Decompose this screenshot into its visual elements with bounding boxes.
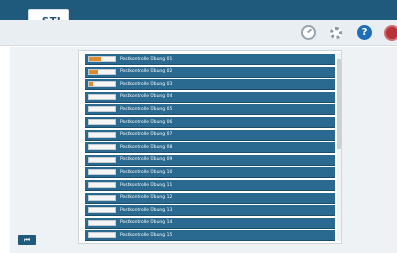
exercise-label: Postkontrolle Übung 14 xyxy=(120,220,173,226)
progress-fill xyxy=(89,57,101,61)
exercise-label: Postkontrolle Übung 12 xyxy=(120,195,173,201)
exercise-row[interactable]: Postkontrolle Übung 10 xyxy=(85,167,335,179)
exercise-label: Postkontrolle Übung 10 xyxy=(120,169,173,175)
exercise-row[interactable]: Postkontrolle Übung 13 xyxy=(85,205,335,217)
exercise-label: Postkontrolle Übung 07 xyxy=(120,132,173,138)
progress-bar xyxy=(88,169,116,176)
exercise-row[interactable]: Postkontrolle Übung 12 xyxy=(85,192,335,204)
exercise-label: Postkontrolle Übung 13 xyxy=(120,207,173,213)
exit-icon[interactable] xyxy=(384,25,397,41)
progress-bar xyxy=(88,194,116,201)
progress-bar xyxy=(88,207,116,214)
exercise-row[interactable]: Postkontrolle Übung 11 xyxy=(85,180,335,191)
dashboard-icon[interactable] xyxy=(301,25,316,40)
progress-bar xyxy=(88,56,116,62)
progress-bar xyxy=(88,93,116,100)
exercise-label: Postkontrolle Übung 01 xyxy=(120,56,173,62)
exercise-label: Postkontrolle Übung 09 xyxy=(120,157,173,163)
progress-bar xyxy=(88,219,116,226)
exercise-row[interactable]: Postkontrolle Übung 14 xyxy=(85,217,335,229)
first-page-icon: ⏮ xyxy=(23,235,31,244)
progress-bar xyxy=(88,144,116,151)
progress-bar xyxy=(88,68,116,75)
exercise-row[interactable]: Postkontrolle Übung 01 xyxy=(85,54,335,65)
exercise-row[interactable]: Postkontrolle Übung 03 xyxy=(85,79,335,91)
first-page-button[interactable]: ⏮ xyxy=(18,235,36,245)
exercise-label: Postkontrolle Übung 04 xyxy=(120,94,173,100)
exercise-label: Postkontrolle Übung 03 xyxy=(120,81,173,87)
progress-bar xyxy=(88,81,116,88)
exercise-row[interactable]: Postkontrolle Übung 08 xyxy=(85,142,335,154)
exercise-label: Postkontrolle Übung 05 xyxy=(120,106,173,112)
help-glyph: ? xyxy=(361,27,368,38)
exercise-row[interactable]: Postkontrolle Übung 02 xyxy=(85,66,335,78)
progress-fill xyxy=(89,82,93,87)
exercise-list: Postkontrolle Übung 01 Postkontrolle Übun… xyxy=(78,50,342,244)
progress-bar xyxy=(88,156,116,163)
help-icon[interactable]: ? xyxy=(357,25,372,40)
exercise-row[interactable]: Postkontrolle Übung 07 xyxy=(85,129,335,141)
progress-bar xyxy=(88,182,116,188)
exercise-label: Postkontrolle Übung 15 xyxy=(120,232,173,238)
progress-bar xyxy=(88,106,116,113)
progress-bar xyxy=(88,131,116,138)
exercise-row[interactable]: Postkontrolle Übung 06 xyxy=(85,117,335,128)
progress-bar xyxy=(88,119,116,125)
exercise-label: Postkontrolle Übung 08 xyxy=(120,144,173,150)
scrollbar-thumb[interactable] xyxy=(337,59,341,149)
gear-icon[interactable] xyxy=(330,27,342,39)
exercise-row[interactable]: Postkontrolle Übung 04 xyxy=(85,91,335,103)
exercise-row[interactable]: Postkontrolle Übung 15 xyxy=(85,230,335,242)
progress-fill xyxy=(89,69,99,74)
progress-bar xyxy=(88,232,116,239)
scrollbar[interactable] xyxy=(337,53,341,241)
exercise-label: Postkontrolle Übung 06 xyxy=(120,119,173,125)
exercise-row[interactable]: Postkontrolle Übung 09 xyxy=(85,154,335,166)
exercise-label: Postkontrolle Übung 02 xyxy=(120,69,173,75)
exercise-row[interactable]: Postkontrolle Übung 05 xyxy=(85,104,335,116)
exercise-label: Postkontrolle Übung 11 xyxy=(120,182,173,188)
